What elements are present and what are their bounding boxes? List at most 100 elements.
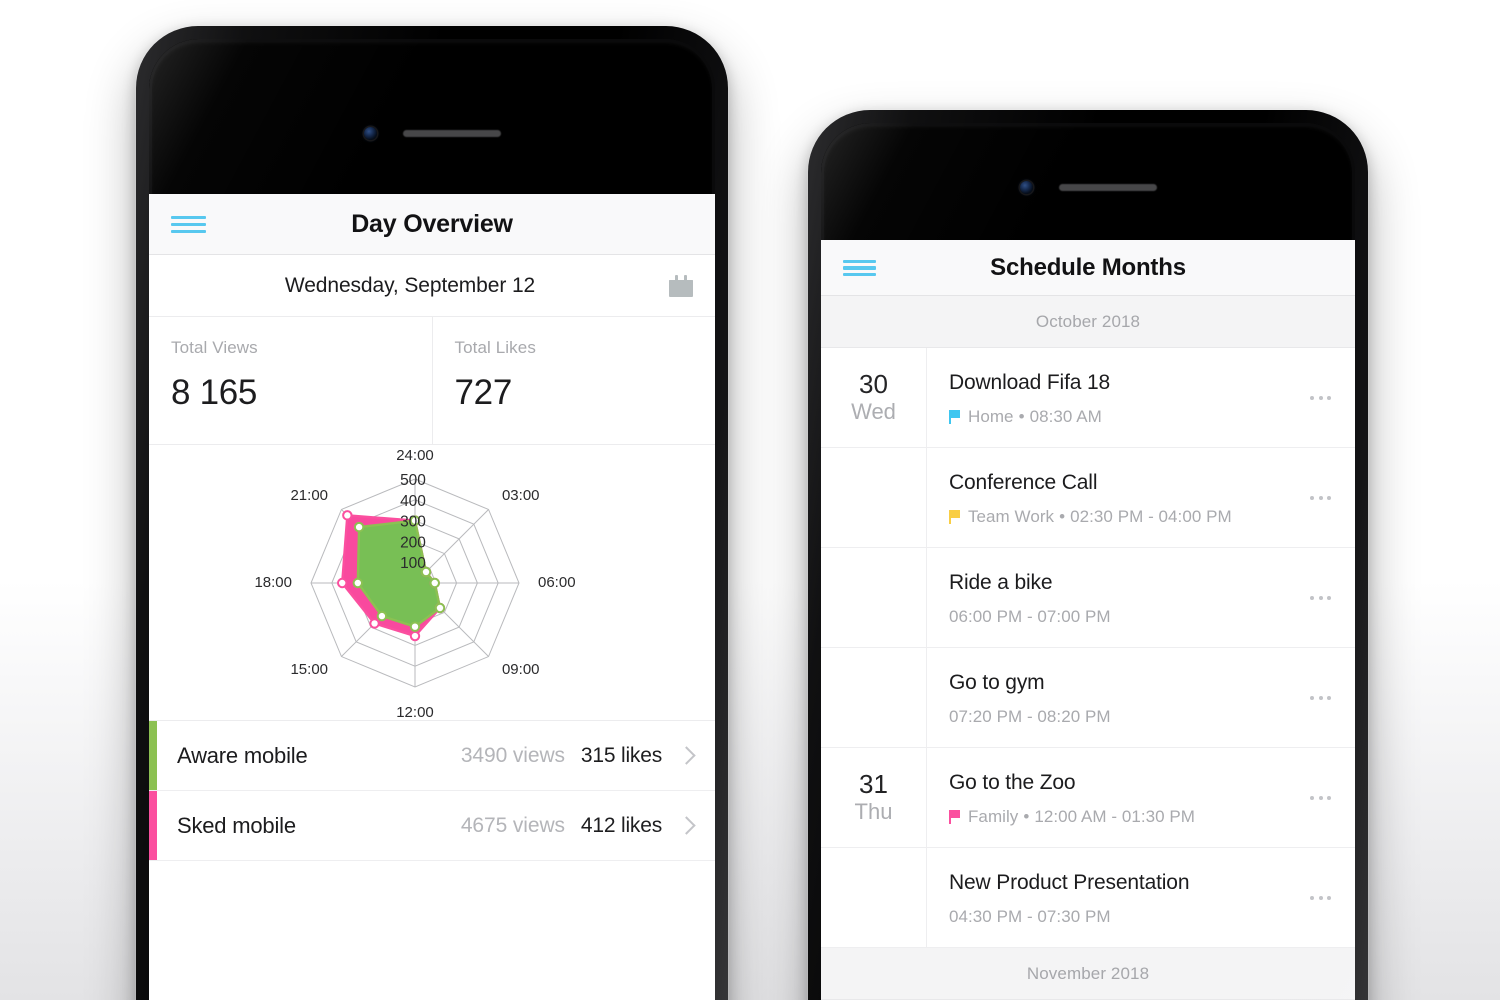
dot [1327, 395, 1331, 400]
date-selector-bar[interactable]: Wednesday, September 12 [149, 255, 715, 317]
flag-icon [949, 509, 962, 524]
stat-value: 8 165 [171, 373, 258, 412]
radar-axis-label: 24:00 [396, 447, 434, 464]
schedule-day-weekday: Thu [854, 799, 893, 825]
schedule-row[interactable]: 31 Thu Go to the Zoo Family • 12:00 AM - 01:3… [821, 748, 1355, 848]
phone-mockup-schedule-months: Schedule Months October 2018 30 Wed Downlo… [808, 110, 1368, 1000]
dot [1327, 695, 1331, 700]
flag-icon [949, 809, 962, 824]
more-options-icon[interactable] [1310, 795, 1331, 800]
radar-ring-label: 100 [400, 555, 426, 572]
current-date-label: Wednesday, September 12 [284, 273, 536, 297]
schedule-event-tag: Team Work [968, 506, 1055, 526]
series-color-bar [149, 791, 157, 860]
schedule-event-title: New Product Presentation [949, 870, 1190, 894]
schedule-event-title: Download Fifa 18 [949, 370, 1111, 394]
schedule-day-cell: 30 Wed [821, 348, 927, 447]
list-item[interactable]: Sked mobile 4675 views 412 likes [149, 791, 715, 861]
schedule-day-cell [821, 548, 927, 647]
phone2-body: Schedule Months October 2018 30 Wed Downlo… [821, 123, 1355, 1000]
schedule-row[interactable]: Ride a bike 06:00 PM - 07:00 PM [821, 548, 1355, 648]
schedule-event-title: Go to the Zoo [949, 770, 1076, 794]
dot [1327, 895, 1331, 900]
schedule-event-time: 07:20 PM - 08:20 PM [949, 706, 1111, 726]
phone1-screen: Day Overview Wednesday, September 12 Tot… [149, 194, 715, 1000]
radar-axis-label: 18:00 [254, 574, 292, 591]
schedule-event-title: Go to gym [949, 670, 1045, 694]
presentation-canvas: Day Overview Wednesday, September 12 Tot… [0, 0, 1500, 1000]
dot [1327, 495, 1331, 500]
phone1-sensor-row [149, 127, 715, 140]
meta-separator: • [1059, 506, 1066, 526]
calendar-icon[interactable] [669, 274, 693, 297]
schedule-day-number: 30 [859, 369, 888, 400]
stat-total-views: Total Views 8 165 [149, 317, 432, 444]
hamburger-icon[interactable] [843, 260, 876, 276]
schedule-row[interactable]: 30 Wed Download Fifa 18 Home • 08:30 AM [821, 348, 1355, 448]
schedule-event-cell: Conference Call Team Work • 02:30 PM - 04:0… [927, 448, 1355, 547]
flag-icon [949, 409, 962, 424]
radar-axis-label: 03:00 [502, 487, 540, 504]
radar-axis-label: 15:00 [290, 661, 328, 678]
series-legend-list: Aware mobile 3490 views 315 likes Sked m… [149, 721, 715, 861]
dot [1310, 895, 1314, 900]
series-name: Sked mobile [177, 812, 296, 838]
schedule-row[interactable]: Go to gym 07:20 PM - 08:20 PM [821, 648, 1355, 748]
phone2-sensor-row [821, 181, 1355, 194]
schedule-event-tag: Home [968, 406, 1014, 426]
more-options-icon[interactable] [1310, 495, 1331, 500]
schedule-event-cell: Download Fifa 18 Home • 08:30 AM [927, 348, 1355, 447]
schedule-event-time: 02:30 PM - 04:00 PM [1070, 506, 1232, 526]
stat-label: Total Likes [454, 338, 536, 357]
radar-ring-label: 500 [400, 472, 426, 489]
series-name: Aware mobile [177, 742, 308, 768]
schedule-row[interactable]: Conference Call Team Work • 02:30 PM - 04:0… [821, 448, 1355, 548]
dot [1318, 595, 1323, 600]
schedule-event-meta: 07:20 PM - 08:20 PM [949, 707, 1355, 727]
radar-axis-label: 06:00 [538, 574, 576, 591]
dot [1327, 795, 1331, 800]
dot [1310, 495, 1314, 500]
list-item[interactable]: Aware mobile 3490 views 315 likes [149, 721, 715, 791]
schedule-event-meta: Home • 08:30 AM [949, 407, 1355, 427]
schedule-event-meta: Family • 12:00 AM - 01:30 PM [949, 807, 1355, 827]
meta-separator: • [1023, 806, 1030, 826]
more-options-icon[interactable] [1310, 595, 1331, 600]
schedule-list: 30 Wed Download Fifa 18 Home • 08:30 AM Confer… [821, 348, 1355, 948]
schedule-event-time: 06:00 PM - 07:00 PM [949, 606, 1111, 626]
schedule-row[interactable]: New Product Presentation 04:30 PM - 07:30… [821, 848, 1355, 948]
more-options-icon[interactable] [1310, 695, 1331, 700]
series-likes: 315 likes [580, 743, 662, 767]
dot [1318, 895, 1323, 900]
month-header-october: October 2018 [821, 296, 1355, 348]
stats-summary-row: Total Views 8 165 Total Likes 727 [149, 317, 715, 445]
phone1-app-header: Day Overview [149, 194, 715, 255]
radar-chart: 100 200 300 400 500 24:00 03:00 06:00 09:00 12:00… [149, 445, 715, 721]
dot [1310, 395, 1314, 400]
radar-axis-label: 21:00 [290, 487, 328, 504]
more-options-icon[interactable] [1310, 395, 1331, 400]
schedule-event-cell: Go to the Zoo Family • 12:00 AM - 01:30 PM [927, 748, 1355, 847]
schedule-event-title: Conference Call [949, 470, 1098, 494]
phone2-screen: Schedule Months October 2018 30 Wed Downlo… [821, 240, 1355, 1000]
more-options-icon[interactable] [1310, 895, 1331, 900]
schedule-day-weekday: Wed [851, 399, 896, 425]
dot [1327, 595, 1331, 600]
earpiece-speaker-icon [1058, 184, 1157, 191]
radar-axis-label: 12:00 [396, 704, 434, 721]
radar-ring-label: 400 [400, 493, 426, 510]
series-views: 3490 views [460, 743, 565, 767]
dot [1310, 695, 1314, 700]
schedule-day-cell [821, 648, 927, 747]
radar-ring-label: 200 [400, 534, 426, 551]
schedule-day-cell [821, 448, 927, 547]
chevron-right-icon[interactable] [677, 746, 696, 765]
chevron-right-icon[interactable] [677, 816, 696, 835]
dot [1310, 595, 1314, 600]
phone1-body: Day Overview Wednesday, September 12 Tot… [149, 39, 715, 1000]
schedule-event-tag: Family [968, 806, 1019, 826]
schedule-event-time: 04:30 PM - 07:30 PM [949, 906, 1111, 926]
page-title: Schedule Months [990, 253, 1186, 281]
front-camera-icon [1019, 181, 1033, 194]
hamburger-icon[interactable] [171, 216, 206, 233]
